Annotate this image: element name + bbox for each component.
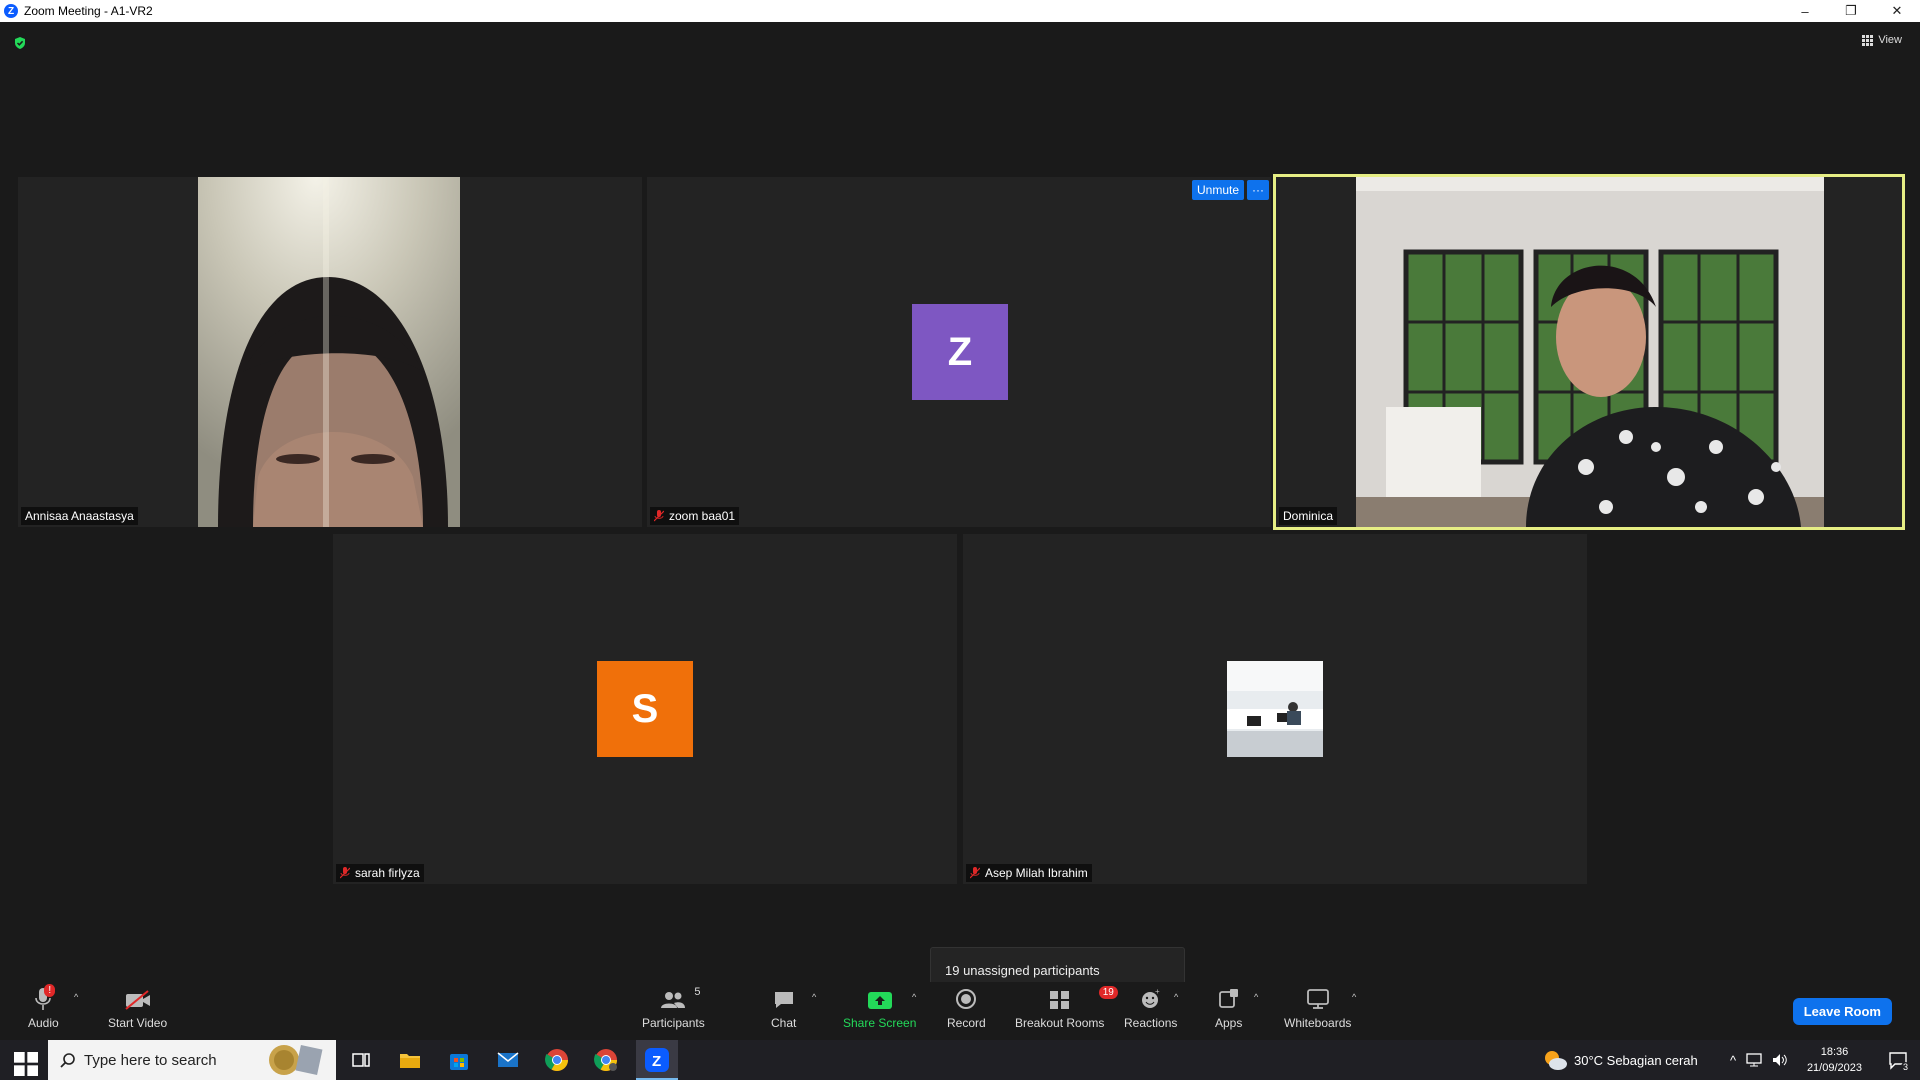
breakout-badge: 19 bbox=[1098, 986, 1118, 999]
reactions-icon: + bbox=[1141, 988, 1160, 1008]
notification-count: 3 bbox=[1900, 1062, 1910, 1072]
encryption-shield-icon[interactable] bbox=[13, 36, 27, 50]
reactions-button[interactable]: + Reactions bbox=[1124, 986, 1177, 1030]
weather-widget[interactable]: 30°C Sebagian cerah bbox=[1542, 1040, 1698, 1080]
reactions-options-caret-icon[interactable]: ^ bbox=[1174, 992, 1178, 1002]
mail-icon[interactable] bbox=[496, 1048, 520, 1072]
window-controls: – ❐ ✕ bbox=[1782, 0, 1920, 22]
restore-button[interactable]: ❐ bbox=[1828, 0, 1874, 22]
participants-count: 5 bbox=[694, 986, 701, 998]
windows-start-icon[interactable] bbox=[14, 1052, 38, 1076]
audio-button[interactable]: ! Audio bbox=[28, 984, 59, 1030]
mic-muted-icon bbox=[340, 867, 350, 879]
video-tile-sarah-firlyza[interactable]: S sarah firlyza bbox=[333, 534, 957, 884]
partly-cloudy-icon bbox=[1545, 1051, 1567, 1070]
video-tile-asep-milah-ibrahim[interactable]: Asep Milah Ibrahim bbox=[963, 534, 1587, 884]
network-icon[interactable] bbox=[1746, 1053, 1762, 1067]
chat-icon bbox=[774, 992, 793, 1008]
notifications-button[interactable]: 3 bbox=[1888, 1050, 1910, 1072]
search-placeholder: Type here to search bbox=[84, 1051, 217, 1069]
show-hidden-icons-caret-icon[interactable]: ^ bbox=[1730, 1053, 1736, 1068]
zoom-logo-icon: Z bbox=[4, 4, 18, 18]
participants-icon bbox=[661, 992, 686, 1008]
video-tile-annisaa[interactable]: Annisaa Anaastasya bbox=[18, 177, 642, 527]
participant-video-feed bbox=[1356, 177, 1824, 527]
share-screen-icon bbox=[867, 992, 892, 1009]
search-icon bbox=[60, 1053, 75, 1068]
participants-button[interactable]: 5 Participants bbox=[642, 986, 705, 1030]
breakout-rooms-button[interactable]: 19 Breakout Rooms bbox=[1015, 986, 1118, 1030]
record-icon bbox=[956, 989, 977, 1009]
chrome-profile-icon[interactable] bbox=[594, 1048, 618, 1072]
microsoft-store-icon[interactable] bbox=[447, 1048, 471, 1072]
volume-icon[interactable] bbox=[1772, 1053, 1788, 1067]
avatar: S bbox=[597, 661, 693, 757]
title-bar: Z Zoom Meeting - A1-VR2 – ❐ ✕ bbox=[0, 0, 1920, 22]
svg-text:+: + bbox=[1155, 988, 1160, 996]
profile-picture bbox=[1227, 661, 1323, 757]
start-video-button[interactable]: Start Video bbox=[108, 986, 167, 1030]
participant-name-label: Annisaa Anaastasya bbox=[21, 507, 138, 525]
leave-room-button[interactable]: Leave Room bbox=[1792, 998, 1892, 1025]
system-tray: ^ bbox=[1730, 1040, 1788, 1080]
chrome-icon[interactable] bbox=[545, 1048, 569, 1072]
taskbar-clock[interactable]: 18:36 21/09/2023 bbox=[1807, 1044, 1862, 1076]
task-view-icon[interactable] bbox=[349, 1048, 373, 1072]
whiteboards-options-caret-icon[interactable]: ^ bbox=[1352, 992, 1356, 1002]
whiteboard-icon bbox=[1306, 989, 1329, 1009]
search-highlight-icon bbox=[269, 1044, 323, 1076]
participant-name-label: zoom baa01 bbox=[650, 507, 740, 525]
zoom-taskbar-active[interactable]: Z bbox=[636, 1040, 678, 1080]
window-title: Zoom Meeting - A1-VR2 bbox=[24, 4, 153, 18]
participant-name-label: Asep Milah Ibrahim bbox=[966, 864, 1092, 882]
meeting-area: View Annisaa Anaastasya Z zoom baa01 Unm… bbox=[0, 22, 1920, 993]
more-options-button[interactable]: ··· bbox=[1247, 180, 1270, 200]
share-options-caret-icon[interactable]: ^ bbox=[912, 992, 916, 1002]
file-explorer-icon[interactable] bbox=[398, 1048, 422, 1072]
audio-warning-badge: ! bbox=[44, 984, 56, 997]
participant-name-label: Dominica bbox=[1279, 507, 1338, 525]
minimize-button[interactable]: – bbox=[1782, 0, 1828, 22]
breakout-rooms-icon bbox=[1049, 991, 1069, 1009]
view-label: View bbox=[1878, 34, 1902, 46]
unmute-controls: Unmute ··· bbox=[1192, 180, 1270, 200]
video-tile-zoom-baa01[interactable]: Z zoom baa01 bbox=[647, 177, 1271, 527]
video-tile-dominica[interactable]: Dominica bbox=[1273, 174, 1905, 530]
unmute-button[interactable]: Unmute bbox=[1192, 180, 1245, 200]
record-button[interactable]: Record bbox=[947, 986, 986, 1030]
zoom-app-icon: Z bbox=[645, 1048, 669, 1072]
grid-view-icon bbox=[1862, 34, 1874, 46]
svg-text:Z: Z bbox=[652, 1053, 661, 1070]
participant-name-label: sarah firlyza bbox=[336, 864, 424, 882]
windows-taskbar: Type here to search Z 30°C Sebagian cera… bbox=[0, 1040, 1920, 1080]
apps-button[interactable]: Apps bbox=[1215, 986, 1242, 1030]
mic-muted-icon bbox=[654, 510, 664, 522]
taskbar-search[interactable]: Type here to search bbox=[48, 1040, 336, 1080]
avatar: Z bbox=[912, 304, 1008, 400]
share-screen-button[interactable]: Share Screen bbox=[843, 986, 916, 1030]
participant-video-feed bbox=[198, 177, 460, 527]
apps-options-caret-icon[interactable]: ^ bbox=[1254, 992, 1258, 1002]
view-button[interactable]: View bbox=[1862, 34, 1902, 46]
whiteboards-button[interactable]: Whiteboards bbox=[1284, 986, 1351, 1030]
mic-muted-icon bbox=[970, 867, 980, 879]
chat-button[interactable]: Chat bbox=[771, 986, 796, 1030]
close-button[interactable]: ✕ bbox=[1874, 0, 1920, 22]
video-off-icon bbox=[124, 990, 150, 1010]
audio-options-caret-icon[interactable]: ^ bbox=[74, 992, 78, 1002]
chat-options-caret-icon[interactable]: ^ bbox=[812, 992, 816, 1002]
apps-icon bbox=[1218, 989, 1238, 1008]
meeting-toolbar: ! Audio ^ Start Video 5 Participants Cha… bbox=[0, 982, 1920, 1040]
